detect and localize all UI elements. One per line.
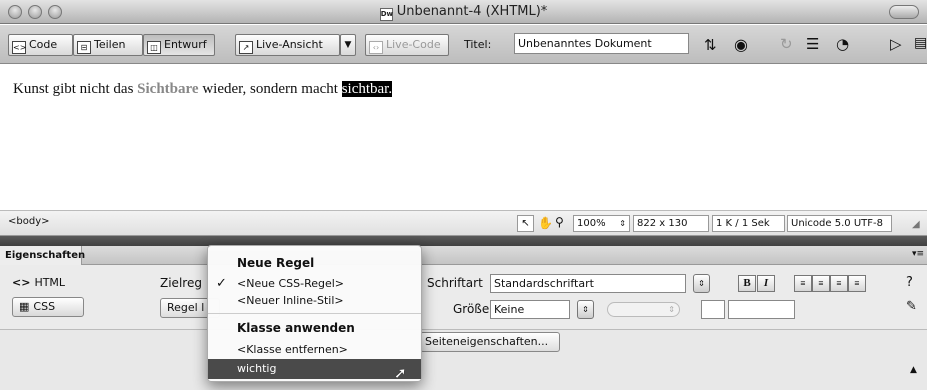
size-label: Größe xyxy=(453,302,490,316)
file-management-icon[interactable]: ⇅ xyxy=(704,36,717,54)
align-center-button[interactable]: ≡ xyxy=(812,275,830,292)
html-mode-button[interactable]: <> HTML xyxy=(12,273,84,293)
font-label: Schriftart xyxy=(427,276,483,290)
split-view-button[interactable]: ⊟ Teilen xyxy=(73,34,143,56)
help-icon[interactable]: ? xyxy=(906,275,913,290)
text-before: Kunst gibt nicht das xyxy=(13,81,138,97)
italic-button[interactable]: I xyxy=(757,275,775,292)
menu-item-wichtig[interactable]: wichtig xyxy=(237,362,276,375)
chevron-down-icon: ▼ xyxy=(344,40,352,50)
document-icon: Dw xyxy=(379,8,393,21)
design-view-button[interactable]: ◫ Entwurf xyxy=(143,34,215,56)
live-view-label: Live-Ansicht xyxy=(256,38,323,51)
menu-header-apply-class: Klasse anwenden xyxy=(237,321,355,335)
text-middle: wieder, sondern macht xyxy=(198,81,342,97)
stepper-icon: ⇕ xyxy=(619,219,626,228)
css-mode-label: CSS xyxy=(33,300,56,313)
status-bar: <body> ↖ ✋ ⚲ 100% ⇕ 822 x 130 1 K / 1 Sek… xyxy=(0,210,927,236)
check-browser-icon[interactable]: ▤ xyxy=(914,35,927,51)
split-icon: ⊟ xyxy=(77,41,91,54)
live-view-icon: ↗ xyxy=(239,41,253,54)
properties-top-row xyxy=(0,265,927,330)
zoom-value: 100% xyxy=(577,218,606,229)
tag-selector-body[interactable]: <body> xyxy=(8,216,50,227)
code-view-button[interactable]: <> Code xyxy=(8,34,73,56)
properties-tab[interactable]: Eigenschaften xyxy=(0,246,85,265)
target-rule-label: Zielreg xyxy=(160,276,202,290)
size-unit-select: ⇕ xyxy=(607,302,680,317)
resize-grip-icon[interactable]: ◢ xyxy=(912,219,920,230)
properties-inspector: <> HTML ▦ CSS Zielreg Regel l Schriftart S… xyxy=(0,265,927,390)
menu-item-remove-class[interactable]: <Klasse entfernen> xyxy=(237,343,348,356)
live-view-dropdown-button[interactable]: ▼ xyxy=(340,34,356,56)
align-left-button[interactable]: ≡ xyxy=(794,275,812,292)
globe-icon[interactable]: ◉ xyxy=(734,35,748,54)
zoom-select[interactable]: 100% ⇕ xyxy=(573,215,630,232)
edit-icon[interactable]: ✎ xyxy=(906,299,917,314)
page-title-input[interactable]: Unbenanntes Dokument xyxy=(514,33,689,54)
toolbar-toggle-button[interactable] xyxy=(889,5,919,19)
title-label: Titel: xyxy=(464,38,492,51)
window-title: Unbenannt-4 (XHTML)* xyxy=(396,4,548,19)
window-title-area: Dw Unbenannt-4 (XHTML)* xyxy=(0,4,927,21)
zoom-icon[interactable]: ⚲ xyxy=(555,215,564,229)
mouse-cursor-icon: ➚ xyxy=(394,364,407,382)
checkmark-icon: ✓ xyxy=(216,276,227,291)
paragraph[interactable]: Kunst gibt nicht das Sichtbare wieder, s… xyxy=(13,81,393,98)
collapse-icon[interactable]: ▲ xyxy=(910,365,917,375)
menu-separator xyxy=(208,313,421,314)
document-toolbar: <> Code ⊟ Teilen ◫ Entwurf ↗ Live-Ansicht ▼ … xyxy=(0,25,927,64)
split-view-label: Teilen xyxy=(94,38,126,51)
design-view-label: Entwurf xyxy=(164,38,207,51)
menu-header-new-rule: Neue Regel xyxy=(237,256,315,270)
panel-divider[interactable] xyxy=(0,236,927,246)
visual-aids-icon[interactable]: ◔ xyxy=(836,35,849,53)
size-select-stepper[interactable]: ⇕ xyxy=(577,300,594,319)
menu-item-new-inline-style[interactable]: <Neuer Inline-Stil> xyxy=(237,294,344,307)
html-icon: <> xyxy=(12,276,31,289)
align-right-button[interactable]: ≡ xyxy=(830,275,848,292)
target-rule-dropdown-menu: Neue Regel ✓ <Neue CSS-Regel> <Neuer Inl… xyxy=(207,245,422,382)
refresh-icon[interactable]: ↻ xyxy=(780,35,793,53)
css-mode-button[interactable]: ▦ CSS xyxy=(12,297,84,317)
live-code-button[interactable]: ‹› Live-Code xyxy=(365,34,449,56)
code-icon: <> xyxy=(12,41,27,54)
justify-button[interactable]: ≡ xyxy=(848,275,866,292)
code-view-label: Code xyxy=(29,38,58,51)
properties-panel-header: Eigenschaften ▾≡ xyxy=(0,246,927,265)
window-size-select[interactable]: 822 x 130 xyxy=(633,215,709,232)
page-properties-button[interactable]: Seiteneigenschaften... xyxy=(420,332,560,352)
color-picker-button[interactable] xyxy=(701,300,725,319)
menu-item-new-css-rule[interactable]: <Neue CSS-Regel> xyxy=(237,277,344,290)
download-size: 1 K / 1 Sek xyxy=(712,215,785,232)
font-select-stepper[interactable]: ⇕ xyxy=(693,274,710,293)
view-options-icon[interactable]: ☰ xyxy=(806,35,819,53)
font-select[interactable]: Standardschriftart xyxy=(490,274,686,293)
live-view-button[interactable]: ↗ Live-Ansicht xyxy=(235,34,340,56)
css-icon: ▦ xyxy=(19,300,30,313)
html-mode-label: HTML xyxy=(34,276,66,289)
pointer-icon[interactable]: ↖ xyxy=(517,215,534,232)
color-hex-input[interactable] xyxy=(728,300,795,319)
selected-text[interactable]: sichtbar. xyxy=(341,81,393,97)
size-select[interactable]: Keine xyxy=(490,300,570,319)
window-titlebar: Dw Unbenannt-4 (XHTML)* xyxy=(0,0,927,24)
live-code-icon: ‹› xyxy=(369,41,383,54)
highlighted-text: Sichtbare xyxy=(137,81,199,97)
bold-button[interactable]: B xyxy=(738,275,756,292)
design-icon: ◫ xyxy=(147,41,161,54)
hand-icon[interactable]: ✋ xyxy=(538,216,553,230)
encoding-indicator: Unicode 5.0 UTF-8 xyxy=(787,215,892,232)
design-view-canvas[interactable]: Kunst gibt nicht das Sichtbare wieder, s… xyxy=(0,65,927,210)
validate-icon[interactable]: ▷ xyxy=(890,35,902,53)
panel-menu-icon[interactable]: ▾≡ xyxy=(912,249,924,259)
live-code-label: Live-Code xyxy=(386,38,441,51)
